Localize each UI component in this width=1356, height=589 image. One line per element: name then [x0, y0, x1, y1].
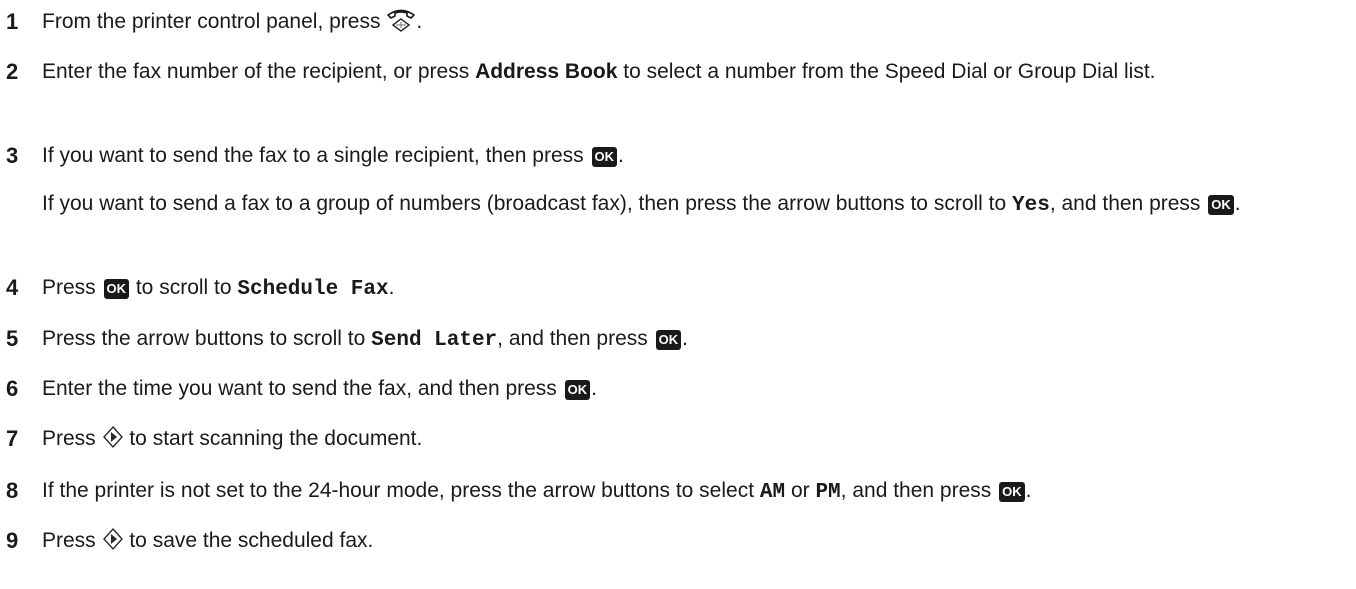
menu-option-pm: PM — [815, 481, 841, 504]
step-number: 5 — [6, 326, 19, 351]
step-text-part: Press — [42, 276, 102, 299]
step-number: 4 — [6, 275, 19, 300]
step-text-part: , and then press — [497, 327, 654, 350]
step-text-part: If you want to send a fax to a group of … — [42, 192, 1013, 215]
step-text-part: . — [416, 10, 423, 33]
step-text-part: . — [388, 276, 395, 299]
step-text-part: Press — [42, 427, 102, 450]
step-text-part: If the printer is not set to the 24-hour… — [42, 479, 760, 502]
step-text: If the printer is not set to the 24-hour… — [42, 475, 1340, 509]
step-text: From the printer control panel, press . — [42, 6, 1340, 42]
step-text-part: to select a number from the Speed Dial o… — [617, 60, 1156, 83]
step-number: 6 — [6, 376, 19, 401]
step-text: If you want to send the fax to a single … — [42, 140, 1340, 172]
step-text-part: or — [785, 479, 816, 502]
start-diamond-icon — [102, 527, 124, 561]
step-text-part: . — [1025, 479, 1032, 502]
ok-button-icon: OK — [655, 330, 682, 350]
step-text-part: , and then press — [1049, 192, 1207, 215]
step-text-part: If you want to send the fax to a single … — [42, 144, 590, 167]
step-number: 8 — [6, 478, 19, 503]
menu-option-yes: Yes — [1012, 194, 1050, 217]
step-text-part: , and then press — [840, 479, 998, 502]
step-number: 2 — [6, 59, 19, 84]
step-text: Press to save the scheduled fax. — [42, 525, 1340, 561]
step-number: 9 — [6, 528, 19, 553]
step-number: 7 — [6, 426, 19, 451]
step-text-part: Enter the fax number of the recipient, o… — [42, 60, 476, 83]
step-text-part: to scroll to — [130, 276, 238, 299]
step-text-part: . — [1234, 192, 1241, 215]
address-book-label: Address Book — [475, 60, 618, 83]
menu-option-am: AM — [759, 481, 786, 504]
step-text: Press the arrow buttons to scroll to Sen… — [42, 323, 1340, 357]
ok-button-icon: OK — [999, 482, 1025, 502]
step-text: Enter the fax number of the recipient, o… — [42, 56, 1340, 88]
step-text-part: to start scanning the document. — [123, 427, 423, 450]
step-text-part: . — [591, 377, 597, 400]
ok-button-icon: OK — [1208, 195, 1234, 215]
step-text-part: . — [682, 327, 688, 350]
step-text-part: From the printer control panel, press — [42, 10, 387, 33]
step-text-part: Press the arrow buttons to scroll to — [42, 327, 372, 350]
step-text-part: Enter the time you want to send the fax,… — [42, 377, 563, 400]
step-number: 3 — [6, 143, 19, 168]
step-text-part: . — [618, 144, 624, 167]
start-diamond-icon — [102, 425, 124, 459]
step-text-part: to save the scheduled fax. — [123, 529, 374, 552]
step-text: Press OK to scroll to Schedule Fax. — [42, 272, 1340, 306]
step-text: Enter the time you want to send the fax,… — [42, 373, 1340, 405]
menu-option-schedule-fax: Schedule Fax — [237, 278, 389, 301]
ok-button-icon: OK — [591, 147, 617, 167]
step-text-part: Press — [42, 529, 102, 552]
step-number: 1 — [6, 9, 19, 34]
ok-button-icon: OK — [564, 380, 591, 400]
ok-button-icon: OK — [103, 279, 130, 299]
step-text: Press to start scanning the document. — [42, 423, 1340, 459]
instruction-document: 1 From the printer control panel, press … — [0, 0, 1356, 589]
menu-option-send-later: Send Later — [371, 329, 498, 352]
step-3-paragraph: If you want to send a fax to a group of … — [42, 188, 1337, 222]
fax-handset-icon — [386, 6, 416, 42]
